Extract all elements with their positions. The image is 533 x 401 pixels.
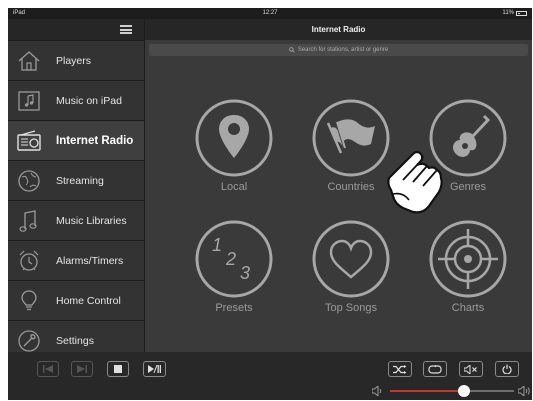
status-time: 12:27 <box>262 10 278 16</box>
mute-icon <box>464 364 477 374</box>
flag-icon <box>312 99 390 177</box>
volume-slider[interactable] <box>372 384 532 398</box>
search-input[interactable]: Search for stations, artist or genre <box>149 44 528 56</box>
power-icon <box>502 364 512 374</box>
volume-low-icon <box>372 386 382 396</box>
sidebar-item-label: Players <box>56 54 92 67</box>
wrench-icon <box>16 328 42 354</box>
volume-fill <box>390 390 465 392</box>
main-panel: Internet Radio Search for stations, arti… <box>145 19 532 352</box>
music-note-icon <box>16 88 42 114</box>
sidebar-item-label: Music on iPad <box>56 94 122 107</box>
battery-indicator: 11% <box>502 10 527 16</box>
tile-top-songs[interactable]: Top Songs <box>311 219 391 319</box>
hamburger-menu-icon[interactable] <box>120 25 132 34</box>
tap-hand-icon <box>387 150 443 214</box>
page-title: Internet Radio <box>145 19 532 40</box>
sidebar-header <box>8 19 144 41</box>
next-track-button[interactable] <box>71 361 93 377</box>
sidebar-item-home-control[interactable]: Home Control <box>8 281 144 321</box>
numbers-icon: 1 2 3 <box>195 220 273 298</box>
battery-percent: 11% <box>502 10 514 16</box>
sidebar-item-alarms-timers[interactable]: Alarms/Timers <box>8 241 144 281</box>
tile-label: Local <box>220 181 248 193</box>
shuffle-button[interactable] <box>388 361 412 377</box>
sidebar-item-music-libraries[interactable]: Music Libraries <box>8 201 144 241</box>
power-button[interactable] <box>495 361 519 377</box>
tile-charts[interactable]: Charts <box>428 219 508 319</box>
previous-track-button[interactable] <box>37 361 59 377</box>
house-icon <box>16 48 42 74</box>
shuffle-icon <box>393 364 407 374</box>
crosshair-icon <box>429 220 507 298</box>
tile-label: Charts <box>451 302 485 314</box>
sidebar-item-label: Home Control <box>56 294 121 307</box>
skip-forward-icon <box>77 365 87 373</box>
svg-text:2: 2 <box>225 249 236 269</box>
stop-icon <box>114 365 122 373</box>
sidebar-item-players[interactable]: Players <box>8 41 144 81</box>
heart-icon <box>312 220 390 298</box>
sidebar-item-internet-radio[interactable]: Internet Radio <box>8 121 144 161</box>
music-notes-icon <box>16 208 42 234</box>
battery-icon <box>516 10 527 16</box>
svg-text:1: 1 <box>212 235 222 255</box>
status-bar: iPad 12:27 11% <box>8 8 532 19</box>
repeat-icon <box>428 364 442 374</box>
player-controls-bar <box>8 352 532 400</box>
alarm-clock-icon <box>16 248 42 274</box>
mute-button[interactable] <box>459 361 483 377</box>
tile-label: Presets <box>215 302 253 314</box>
play-pause-button[interactable] <box>143 361 166 377</box>
ipad-app: iPad 12:27 11% Players Music on iPad Int… <box>8 8 532 400</box>
search-icon <box>289 47 295 53</box>
play-pause-icon <box>148 365 161 373</box>
volume-thumb[interactable] <box>458 385 471 397</box>
globe-icon <box>16 168 42 194</box>
sidebar: Players Music on iPad Internet Radio Str… <box>8 19 145 361</box>
search-placeholder: Search for stations, artist or genre <box>297 47 389 53</box>
sidebar-item-label: Streaming <box>56 174 104 187</box>
sidebar-item-label: Music Libraries <box>56 214 127 227</box>
location-pin-icon <box>195 99 273 177</box>
tile-local[interactable]: Local <box>194 98 274 198</box>
sidebar-item-label: Alarms/Timers <box>56 254 124 267</box>
lightbulb-icon <box>16 288 42 314</box>
stop-button[interactable] <box>107 361 129 377</box>
tile-presets[interactable]: 1 2 3 Presets <box>194 219 274 319</box>
volume-high-icon <box>518 386 530 396</box>
skip-back-icon <box>43 365 53 373</box>
tile-label: Top Songs <box>325 302 377 314</box>
svg-text:3: 3 <box>240 263 250 283</box>
radio-icon <box>16 128 42 154</box>
sidebar-item-label: Internet Radio <box>56 134 134 147</box>
sidebar-item-label: Settings <box>56 334 94 347</box>
sidebar-item-streaming[interactable]: Streaming <box>8 161 144 201</box>
sidebar-item-music-on-ipad[interactable]: Music on iPad <box>8 81 144 121</box>
tile-countries[interactable]: Countries <box>311 98 391 198</box>
repeat-button[interactable] <box>423 361 447 377</box>
volume-track <box>390 385 514 397</box>
